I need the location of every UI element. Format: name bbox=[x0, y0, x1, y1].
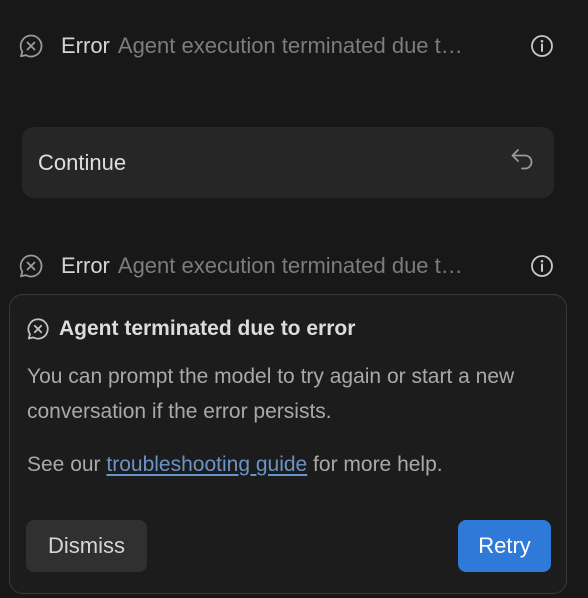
error-bubble-icon bbox=[18, 33, 44, 59]
error-message: Agent execution terminated due to error bbox=[117, 253, 473, 278]
help-prefix: See our bbox=[27, 453, 107, 476]
error-row[interactable]: Error Agent execution terminated due to … bbox=[18, 30, 554, 62]
error-message: Agent execution terminated due to error bbox=[117, 33, 473, 58]
error-label: Error bbox=[61, 33, 110, 58]
error-bubble-icon bbox=[18, 253, 44, 279]
troubleshooting-guide-link[interactable]: troubleshooting guide bbox=[106, 453, 307, 476]
dismiss-button[interactable]: Dismiss bbox=[26, 520, 147, 572]
panel-title: Agent terminated due to error bbox=[59, 317, 356, 340]
panel-header: Agent terminated due to error bbox=[26, 317, 355, 341]
info-icon[interactable] bbox=[530, 34, 554, 58]
continue-label: Continue bbox=[38, 149, 127, 175]
error-row[interactable]: Error Agent execution terminated due to … bbox=[18, 250, 554, 282]
error-bubble-icon bbox=[26, 317, 50, 341]
info-icon[interactable] bbox=[530, 254, 554, 278]
panel-description: You can prompt the model to try again or… bbox=[27, 365, 515, 423]
retry-button[interactable]: Retry bbox=[458, 520, 551, 572]
error-label: Error bbox=[61, 253, 110, 278]
undo-icon[interactable] bbox=[508, 145, 536, 173]
help-suffix: for more help. bbox=[307, 453, 443, 476]
error-panel: Agent terminated due to error You can pr… bbox=[9, 294, 567, 594]
help-text: See our troubleshooting guide for more h… bbox=[27, 447, 443, 482]
continue-prompt[interactable]: Continue bbox=[22, 127, 554, 198]
